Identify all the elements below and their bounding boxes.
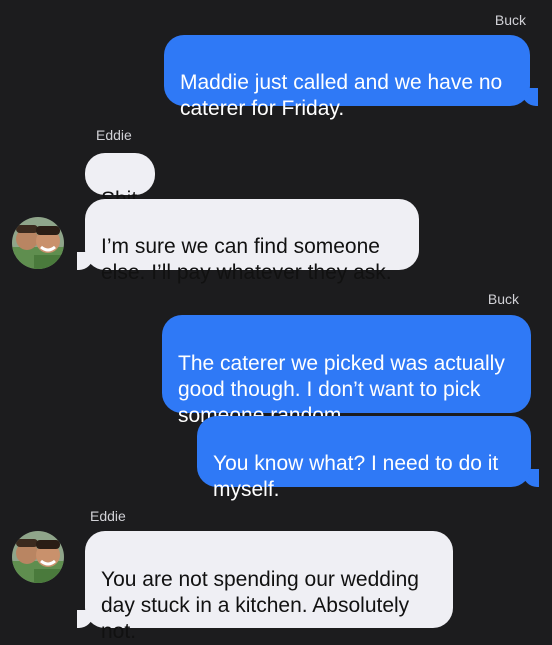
message-group-incoming: You are not spending our wedding day stu…	[77, 531, 453, 643]
message-group-outgoing: Maddie just called and we have no catere…	[164, 35, 538, 120]
message-text: I’m sure we can find someone else. I’ll …	[101, 235, 392, 284]
message-text: Maddie just called and we have no catere…	[180, 71, 503, 120]
sender-name-eddie: Eddie	[90, 508, 126, 524]
message-text: You know what? I need to do it myself.	[213, 452, 499, 501]
sender-name-buck: Buck	[487, 291, 519, 307]
message-group-incoming: I’m sure we can find someone else. I’ll …	[77, 199, 419, 284]
avatar-icon	[12, 217, 64, 269]
message-bubble-incoming[interactable]: I’m sure we can find someone else. I’ll …	[85, 199, 419, 284]
message-bubble-outgoing[interactable]: You know what? I need to do it myself.	[197, 416, 531, 501]
contact-avatar-eddie[interactable]	[12, 531, 64, 583]
avatar-icon	[12, 531, 64, 583]
message-bubble-incoming[interactable]: You are not spending our wedding day stu…	[85, 531, 453, 643]
message-bubble-outgoing[interactable]: The caterer we picked was actually good …	[162, 315, 531, 427]
message-bubble-incoming[interactable]: Shit	[85, 153, 155, 211]
contact-avatar-eddie[interactable]	[12, 217, 64, 269]
message-text: You are not spending our wedding day stu…	[101, 568, 419, 643]
message-group-outgoing: You know what? I need to do it myself.	[197, 416, 539, 501]
sender-name-buck: Buck	[494, 12, 526, 28]
message-bubble-outgoing[interactable]: Maddie just called and we have no catere…	[164, 35, 530, 120]
sender-name-eddie: Eddie	[96, 127, 132, 143]
